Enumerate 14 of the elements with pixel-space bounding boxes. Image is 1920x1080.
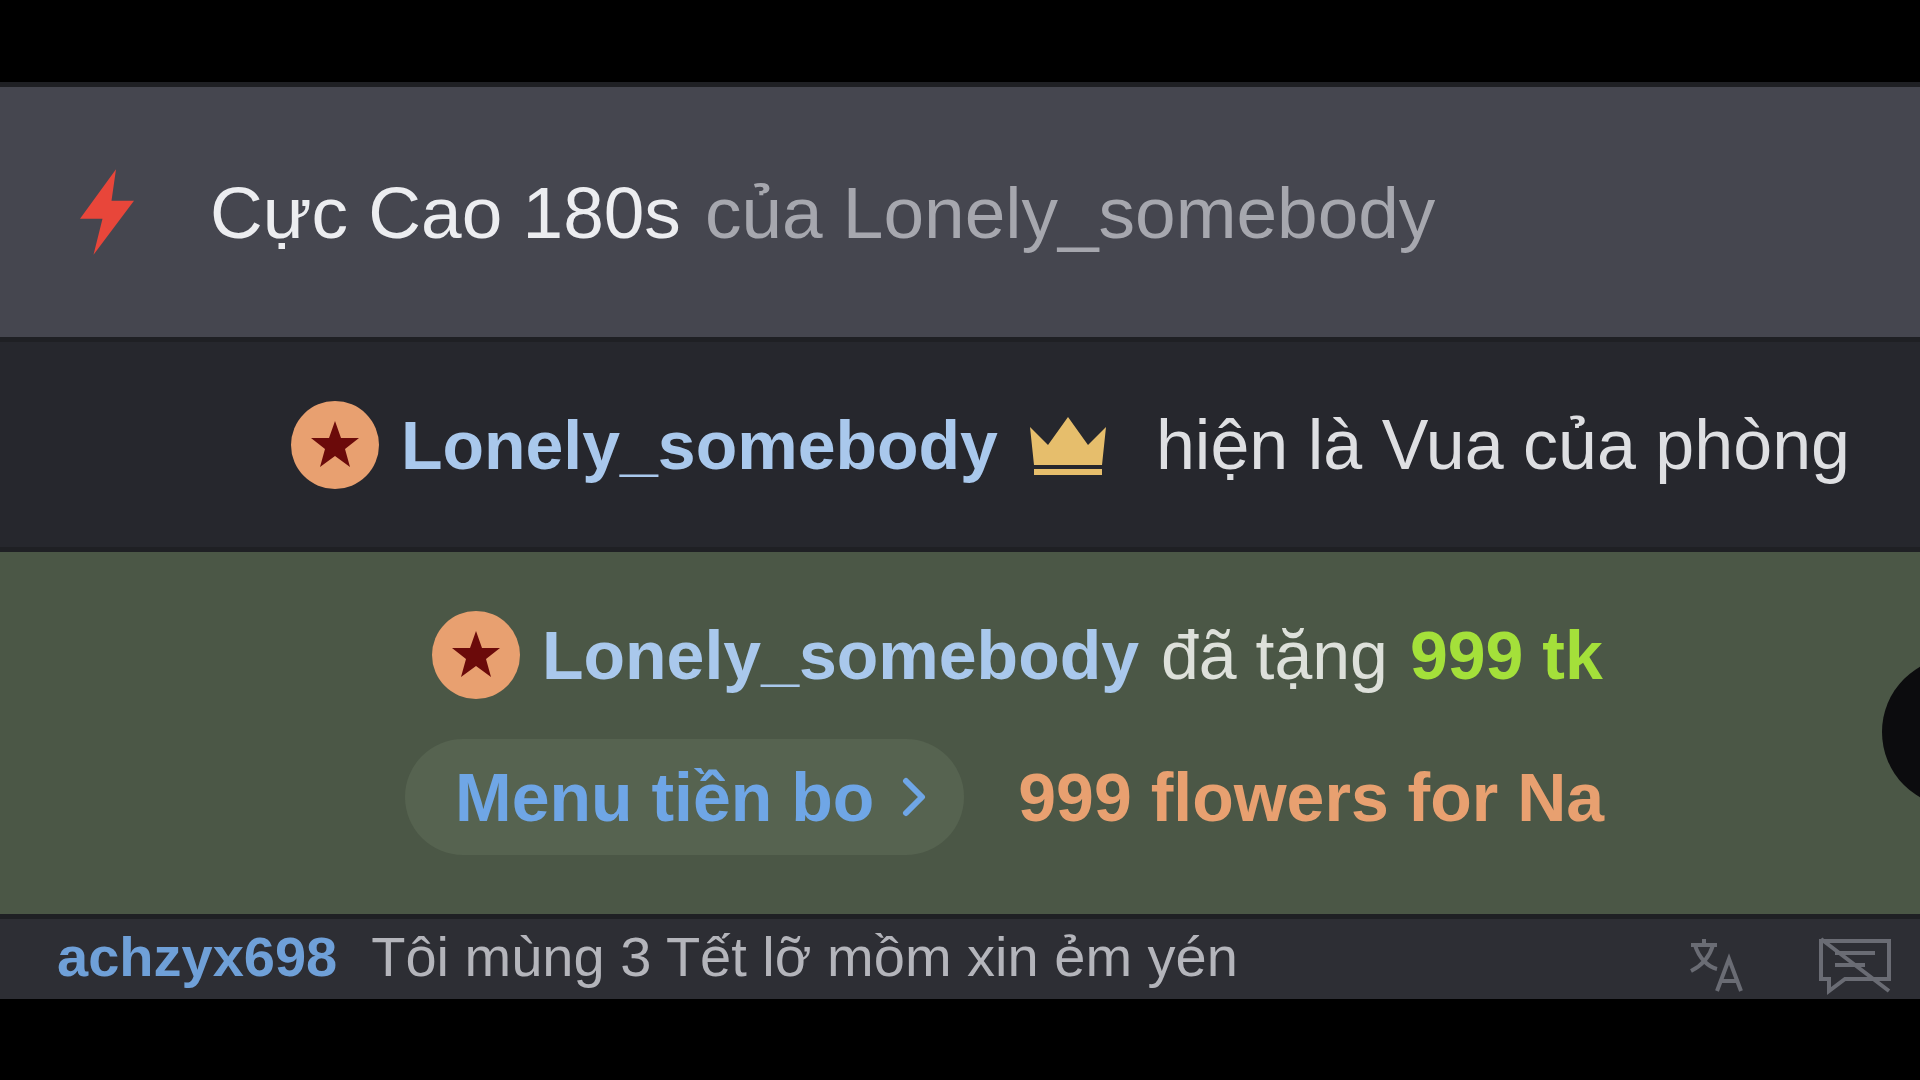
star-badge-icon — [290, 400, 379, 489]
star-badge-icon — [432, 611, 520, 699]
gift-name: 999 flowers for Na — [1018, 758, 1605, 836]
username[interactable]: Lonely_somebody — [400, 405, 998, 484]
boost-title: Cực Cao 180s — [210, 170, 681, 254]
boost-owner: của Lonely_somebody — [704, 170, 1436, 254]
king-message: hiện là Vua của phòng — [1155, 404, 1850, 485]
gift-amount: 999 tk — [1409, 616, 1603, 694]
chevron-right-icon — [902, 777, 927, 817]
gift-verb: đã tặng — [1161, 616, 1388, 694]
tip-menu-button[interactable]: Menu tiền bo — [405, 739, 965, 855]
username[interactable]: Lonely_somebody — [542, 616, 1140, 694]
chat-username[interactable]: achzyx698 — [57, 925, 338, 990]
chat-message: Tôi mùng 3 Tết lỡ mồm xin ẻm yén — [371, 925, 1238, 990]
